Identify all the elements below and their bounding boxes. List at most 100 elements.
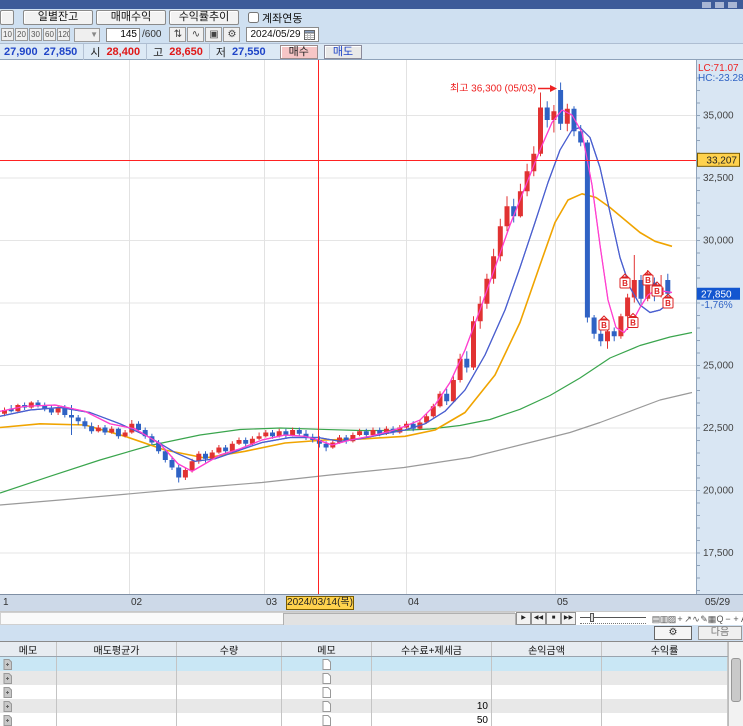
toolbar-button-2[interactable]: 수익률추이 — [169, 10, 239, 25]
svg-text:B: B — [630, 319, 636, 328]
rewind-button[interactable]: ◀◀ — [531, 612, 546, 625]
table-row[interactable] — [0, 657, 743, 671]
table-cell — [492, 671, 602, 685]
memo-icon[interactable] — [322, 672, 331, 684]
memo-icon[interactable] — [3, 714, 12, 726]
table-cell — [0, 699, 57, 713]
table-cell — [372, 657, 492, 671]
stock-trading-app: 일별잔고매매수익수익률추이 계좌연동 10203060120 ▼ /600 ⇅∿… — [0, 0, 743, 726]
candle — [323, 443, 329, 448]
play-button[interactable]: ▶ — [516, 612, 531, 625]
y-tick-label: 20,000 — [703, 486, 734, 497]
forward-button[interactable]: ▶▶ — [561, 612, 576, 625]
high-value: 28,650 — [169, 45, 203, 58]
column-header-4[interactable]: 수수료+제세금 — [372, 642, 492, 656]
table-cell — [57, 671, 177, 685]
sell-button[interactable]: 매도 — [323, 44, 363, 59]
x-axis-label: 05/29 — [705, 597, 731, 608]
memo-icon[interactable] — [3, 658, 12, 670]
account-link-checkbox[interactable]: 계좌연동 — [248, 10, 302, 26]
candle — [270, 432, 275, 437]
table-row[interactable] — [0, 671, 743, 685]
x-axis-label: 02 — [131, 597, 143, 608]
table-cell — [57, 713, 177, 726]
table-row[interactable] — [0, 685, 743, 699]
memo-icon[interactable] — [322, 686, 331, 698]
candlestick-chart[interactable]: 최고 36,300 (05/03)B BB BBB35,00032,50030,00… — [0, 60, 743, 594]
table-vscrollbar-thumb[interactable] — [731, 658, 741, 702]
candle — [209, 452, 215, 459]
settings-icon[interactable]: ⚙ — [223, 27, 241, 42]
table-cell — [492, 685, 602, 699]
table-cell — [492, 713, 602, 726]
period-preset-30[interactable]: 30 — [29, 28, 42, 41]
window-controls[interactable] — [702, 2, 737, 8]
save-icon[interactable]: ▣ — [205, 27, 223, 42]
candle — [598, 333, 604, 342]
memo-icon[interactable] — [3, 672, 12, 684]
candle-count-input[interactable] — [106, 27, 140, 42]
candle — [625, 297, 631, 317]
zoom-slider-handle[interactable] — [590, 613, 594, 622]
period-preset-20[interactable]: 20 — [15, 28, 28, 41]
memo-icon[interactable] — [322, 700, 331, 712]
chart-hscrollbar[interactable] — [0, 612, 516, 626]
open-label: 시 — [83, 43, 100, 60]
clipped-button[interactable] — [0, 10, 14, 25]
trade-history-table: 메모 매도평균가 수량 메모 수수료+제세금 손익금액 수익률 10 50 — [0, 641, 743, 726]
font-size-button[interactable]: A — [738, 612, 743, 625]
date-picker[interactable]: 2024/05/29 — [246, 27, 319, 42]
x-axis-label: 1 — [3, 597, 9, 608]
stop-button[interactable]: ■ — [546, 612, 561, 625]
chart-zoom-slider[interactable] — [580, 613, 646, 624]
memo-icon[interactable] — [322, 658, 331, 670]
period-preset-60[interactable]: 60 — [43, 28, 56, 41]
column-header-6[interactable]: 수익률 — [602, 642, 728, 656]
candle — [176, 467, 182, 478]
table-cell — [57, 685, 177, 699]
period-preset-120[interactable]: 120 — [57, 28, 70, 41]
table-cell — [177, 671, 282, 685]
table-cell — [282, 657, 372, 671]
candle — [136, 423, 141, 430]
candle — [48, 408, 54, 413]
buy-button[interactable]: 매수 — [279, 44, 318, 59]
candle — [591, 317, 597, 334]
compare-icon[interactable]: ⇅ — [169, 27, 187, 42]
x-axis-label: 05 — [557, 597, 569, 608]
chart-settings-button[interactable]: ⚙ — [654, 626, 692, 640]
candle — [89, 426, 95, 432]
next-button[interactable]: 다음 — [698, 626, 742, 640]
svg-text:27,850: 27,850 — [701, 289, 732, 300]
table-header-row: 메모 매도평균가 수량 메모 수수료+제세금 손익금액 수익률 — [0, 642, 743, 657]
footer-strip: ⚙ 다음 — [0, 625, 743, 641]
toolbar-button-0[interactable]: 일별잔고 — [23, 10, 93, 25]
column-header-3[interactable]: 메모 — [282, 642, 372, 656]
toolbar-button-1[interactable]: 매매수익 — [96, 10, 166, 25]
candle-count-max: /600 — [142, 29, 162, 40]
table-cell — [177, 657, 282, 671]
memo-icon[interactable] — [322, 714, 331, 726]
memo-icon[interactable] — [3, 686, 12, 698]
table-cell — [282, 671, 372, 685]
column-header-5[interactable]: 손익금액 — [492, 642, 602, 656]
memo-icon[interactable] — [3, 700, 12, 712]
table-row[interactable]: 10 — [0, 699, 743, 713]
table-row[interactable]: 50 — [0, 713, 743, 726]
table-vscrollbar[interactable] — [728, 642, 743, 726]
period-select[interactable]: ▼ — [74, 27, 100, 42]
column-header-0[interactable]: 메모 — [0, 642, 57, 656]
wave-icon[interactable]: ∿ — [187, 27, 205, 42]
window-titlebar[interactable] — [0, 0, 743, 9]
table-cell — [177, 685, 282, 699]
account-link-checkbox-input[interactable] — [248, 12, 259, 23]
column-header-2[interactable]: 수량 — [177, 642, 282, 656]
table-cell: 50 — [372, 713, 492, 726]
x-axis-label: 03 — [266, 597, 278, 608]
candle — [216, 447, 222, 453]
candle — [122, 432, 128, 437]
column-header-1[interactable]: 매도평균가 — [57, 642, 177, 656]
period-preset-10[interactable]: 10 — [1, 28, 14, 41]
open-value: 28,400 — [106, 45, 141, 58]
y-tick-label: 30,000 — [703, 236, 734, 247]
